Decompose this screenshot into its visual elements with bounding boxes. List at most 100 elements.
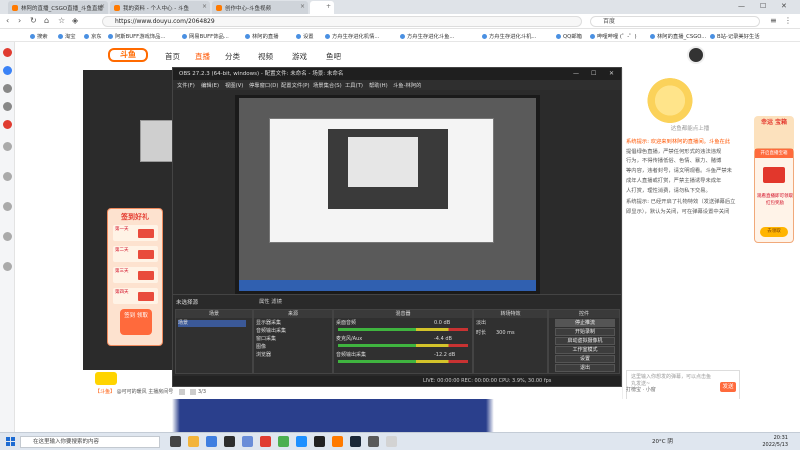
bookmark-item[interactable]: 搜索 — [30, 32, 48, 40]
app-icon[interactable] — [368, 436, 379, 447]
close-window-icon[interactable]: ✕ — [781, 2, 787, 10]
obs-close-icon[interactable]: ✕ — [609, 68, 614, 80]
app-icon[interactable] — [296, 436, 307, 447]
nav-category[interactable]: 分类 — [225, 51, 240, 62]
history-icon[interactable] — [3, 84, 12, 93]
lucky-box-banner[interactable]: 幸运 宝箱 — [754, 116, 794, 152]
home-icon[interactable]: ⌂ — [44, 16, 49, 25]
stop-streaming-button[interactable]: 停止推流 — [555, 319, 615, 327]
obs-maximize-icon[interactable]: ☐ — [591, 68, 596, 80]
obs-menu-help[interactable]: 帮助(H) — [369, 81, 388, 89]
menu-icon[interactable]: ≡ — [770, 16, 777, 25]
app-icon[interactable] — [242, 436, 253, 447]
obs-menu-tools[interactable]: 工具(T) — [345, 81, 363, 89]
nav-home[interactable]: 首页 — [165, 51, 180, 62]
url-input[interactable]: https://www.douyu.com/2064829 — [102, 16, 582, 27]
weather-widget[interactable]: 20°C 阴 — [652, 437, 673, 445]
bookmark-item[interactable]: 设置 — [296, 32, 314, 40]
weibo-icon[interactable] — [3, 48, 12, 57]
nav-video[interactable]: 视频 — [258, 51, 273, 62]
taskbar-clock[interactable]: 20:31 2022/5/13 — [748, 435, 788, 449]
user-avatar[interactable] — [687, 46, 705, 64]
claim-button[interactable]: 去领取 — [760, 227, 788, 237]
browser-tab-active[interactable]: + — [310, 1, 334, 14]
scene-item[interactable]: 场景 — [178, 320, 247, 327]
audio-meter[interactable] — [338, 328, 468, 331]
source-item[interactable]: 窗口采集 — [256, 336, 326, 343]
back-icon[interactable]: ‹ — [6, 16, 9, 25]
browser-tab[interactable]: 我的资料 - 个人中心 - 斗鱼 × — [110, 1, 210, 14]
gift-icon[interactable] — [178, 388, 185, 395]
download-icon[interactable] — [3, 102, 12, 111]
nav-fishbar[interactable]: 鱼吧 — [326, 51, 341, 62]
bookmark-item[interactable]: 哔哩哔哩 (゜-゜) — [590, 32, 637, 40]
chrome-icon[interactable] — [278, 436, 289, 447]
rank-badge[interactable] — [95, 372, 117, 385]
windows-start-icon[interactable] — [6, 437, 16, 447]
steam-icon[interactable] — [350, 436, 361, 447]
edge-icon[interactable] — [206, 436, 217, 447]
obs-menu-view[interactable]: 视图(V) — [225, 81, 243, 89]
close-icon[interactable]: × — [100, 3, 105, 10]
source-item[interactable]: 音频输出采集 — [256, 328, 326, 335]
obs-menu-douyu[interactable]: 斗鱼-林阿的 — [393, 81, 421, 89]
send-button[interactable]: 发送 — [720, 382, 736, 392]
reload-icon[interactable]: ↻ — [30, 16, 37, 25]
transition-type-select[interactable]: 淡出 — [476, 320, 542, 327]
favorites-icon[interactable] — [3, 66, 12, 75]
nav-game[interactable]: 游戏 — [292, 51, 307, 62]
app-icon[interactable] — [260, 436, 271, 447]
fishbar-icon[interactable] — [3, 232, 12, 241]
obs-menu-docks[interactable]: 停靠窗口(D) — [249, 81, 278, 89]
bookmark-item[interactable]: 方舟生存进化斗鱼... — [400, 32, 454, 40]
app-icon[interactable] — [224, 436, 235, 447]
chat-options[interactable]: 打榜宝 · 小窗 — [626, 386, 656, 393]
download-client-icon[interactable] — [3, 262, 12, 271]
audio-meter[interactable] — [338, 344, 468, 347]
audio-meter[interactable] — [338, 360, 468, 363]
bookmark-item[interactable]: 林阿的直播_CSGO... — [650, 32, 706, 40]
task-view-icon[interactable] — [170, 436, 181, 447]
bookmark-item[interactable]: 方舟生存进化斗机... — [482, 32, 536, 40]
douyu-logo[interactable]: 斗鱼 — [108, 48, 148, 62]
obs-menu-scene-collection[interactable]: 场景集合(S) — [313, 81, 342, 89]
browser-tab[interactable]: 创作中心-斗鱼视频 × — [212, 1, 308, 14]
chat-input[interactable]: 这里输入你想发的弹幕，可以点击鱼丸发送~ 发送 — [626, 370, 740, 400]
virtual-camera-button[interactable]: 启动虚拟摄像机 — [555, 337, 615, 345]
source-tabs[interactable]: 属性 滤镜 — [259, 297, 282, 305]
source-item[interactable]: 浏览器 — [256, 352, 326, 359]
follow-icon[interactable] — [3, 142, 12, 151]
start-recording-button[interactable]: 开始录制 — [555, 328, 615, 336]
browser-tab[interactable]: 林阿的直播_CSGO直播_斗鱼直播 × — [8, 1, 108, 14]
extensions-icon[interactable]: ⋮ — [784, 16, 792, 25]
leaderboard-icon[interactable] — [3, 172, 12, 181]
gift-icon[interactable] — [190, 388, 197, 395]
minimize-icon[interactable]: — — [738, 2, 745, 10]
bookmark-item[interactable]: 阿斯BUFF游戏饰品... — [108, 32, 165, 40]
source-item[interactable]: 图像 — [256, 344, 326, 351]
file-explorer-icon[interactable] — [188, 436, 199, 447]
new-tab-icon[interactable]: + — [326, 3, 331, 10]
forward-icon[interactable]: › — [18, 16, 21, 25]
obs-menu-file[interactable]: 文件(F) — [177, 81, 195, 89]
settings-button[interactable]: 设置 — [555, 355, 615, 363]
douyu-icon[interactable] — [332, 436, 343, 447]
browser-search-input[interactable]: 百度 — [590, 16, 760, 27]
bookmark-item[interactable]: 网易BUFF饰品... — [182, 32, 229, 40]
nav-live[interactable]: 直播 — [195, 51, 210, 62]
obs-icon[interactable] — [314, 436, 325, 447]
maximize-icon[interactable]: ☐ — [760, 2, 766, 10]
source-item[interactable]: 显示器采集 — [256, 320, 326, 327]
app-icon[interactable] — [386, 436, 397, 447]
bookmark-item[interactable]: 林阿的直播 — [245, 32, 279, 40]
close-icon[interactable]: × — [300, 3, 305, 10]
studio-mode-button[interactable]: 工作室模式 — [555, 346, 615, 354]
close-icon[interactable]: × — [202, 3, 207, 10]
exit-button[interactable]: 退出 — [555, 364, 615, 372]
bookmark-item[interactable]: 淘宝 — [58, 32, 76, 40]
bookmark-item[interactable]: QQ邮箱 — [556, 32, 582, 40]
taskbar-search-input[interactable]: 在这里输入你要搜索的内容 — [20, 436, 160, 448]
obs-menu-profile[interactable]: 配置文件(P) — [281, 81, 310, 89]
sign-in-button[interactable]: 签到 领取 — [120, 309, 152, 335]
obs-minimize-icon[interactable]: — — [573, 68, 579, 80]
